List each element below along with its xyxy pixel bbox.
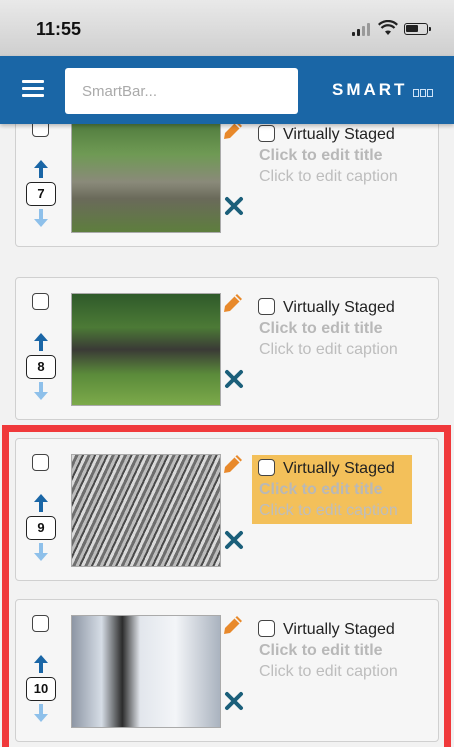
photo-card: 9 Virtually Staged Click to edit title C… [15, 438, 439, 581]
virtually-staged-label: Virtually Staged [283, 126, 395, 143]
pencil-icon[interactable] [222, 453, 244, 475]
photo-order-number: 8 [26, 355, 56, 379]
virtually-staged-option[interactable]: Virtually Staged [252, 458, 412, 479]
edit-title-link[interactable]: Click to edit title [252, 479, 412, 500]
virtually-staged-option[interactable]: Virtually Staged [252, 124, 412, 145]
select-photo-checkbox[interactable] [32, 124, 49, 137]
virtually-staged-label: Virtually Staged [283, 621, 395, 638]
arrow-up-icon[interactable] [34, 655, 48, 673]
arrow-down-icon[interactable] [34, 704, 48, 722]
photo-order-number: 10 [26, 677, 56, 701]
photo-meta: Virtually Staged Click to edit title Cli… [252, 619, 412, 682]
photo-card: 8 Virtually Staged Click to edit title C… [15, 277, 439, 420]
virtually-staged-checkbox[interactable] [258, 459, 275, 476]
arrow-down-icon[interactable] [34, 543, 48, 561]
pencil-icon[interactable] [222, 124, 244, 141]
close-icon[interactable] [224, 530, 244, 550]
edit-title-link[interactable]: Click to edit title [252, 145, 412, 166]
arrow-down-icon[interactable] [34, 209, 48, 227]
edit-caption-link[interactable]: Click to edit caption [252, 500, 412, 521]
arrow-up-icon[interactable] [34, 160, 48, 178]
edit-caption-link[interactable]: Click to edit caption [252, 339, 412, 360]
arrow-up-icon[interactable] [34, 333, 48, 351]
photo-order-number: 9 [26, 516, 56, 540]
photo-order-number: 7 [26, 182, 56, 206]
select-photo-checkbox[interactable] [32, 454, 49, 471]
virtually-staged-checkbox[interactable] [258, 298, 275, 315]
photo-card: 10 Virtually Staged Click to edit title … [15, 599, 439, 742]
pencil-icon[interactable] [222, 614, 244, 636]
virtually-staged-label: Virtually Staged [283, 299, 395, 316]
photo-card: 7 Virtually Staged Click to edit title C… [15, 124, 439, 247]
smart-logo: SMART [332, 80, 408, 99]
hamburger-icon[interactable] [22, 80, 44, 98]
virtually-staged-checkbox[interactable] [258, 125, 275, 142]
photo-thumbnail[interactable] [71, 124, 221, 233]
close-icon[interactable] [224, 196, 244, 216]
select-photo-checkbox[interactable] [32, 615, 49, 632]
status-time: 11:55 [36, 19, 82, 39]
edit-title-link[interactable]: Click to edit title [252, 318, 412, 339]
app-header: SMART [0, 56, 454, 124]
photo-meta: Virtually Staged Click to edit title Cli… [252, 458, 412, 521]
close-icon[interactable] [224, 691, 244, 711]
arrow-down-icon[interactable] [34, 382, 48, 400]
arrow-up-icon[interactable] [34, 494, 48, 512]
virtually-staged-checkbox[interactable] [258, 620, 275, 637]
battery-icon [404, 23, 431, 35]
photo-list: 7 Virtually Staged Click to edit title C… [0, 124, 454, 747]
virtually-staged-option[interactable]: Virtually Staged [252, 619, 412, 640]
smartbar-search-input[interactable] [65, 68, 298, 114]
wifi-icon [378, 20, 398, 35]
virtually-staged-option[interactable]: Virtually Staged [252, 297, 412, 318]
logo-mark-icon [413, 89, 433, 97]
edit-caption-link[interactable]: Click to edit caption [252, 661, 412, 682]
cellular-signal-icon [352, 22, 372, 36]
pencil-icon[interactable] [222, 292, 244, 314]
virtually-staged-label: Virtually Staged [283, 460, 395, 477]
close-icon[interactable] [224, 369, 244, 389]
status-bar: 11:55 [0, 0, 454, 56]
edit-title-link[interactable]: Click to edit title [252, 640, 412, 661]
photo-meta: Virtually Staged Click to edit title Cli… [252, 297, 412, 360]
photo-thumbnail[interactable] [71, 293, 221, 406]
photo-thumbnail[interactable] [71, 615, 221, 728]
photo-meta: Virtually Staged Click to edit title Cli… [252, 124, 412, 187]
select-photo-checkbox[interactable] [32, 293, 49, 310]
photo-thumbnail[interactable] [71, 454, 221, 567]
edit-caption-link[interactable]: Click to edit caption [252, 166, 412, 187]
